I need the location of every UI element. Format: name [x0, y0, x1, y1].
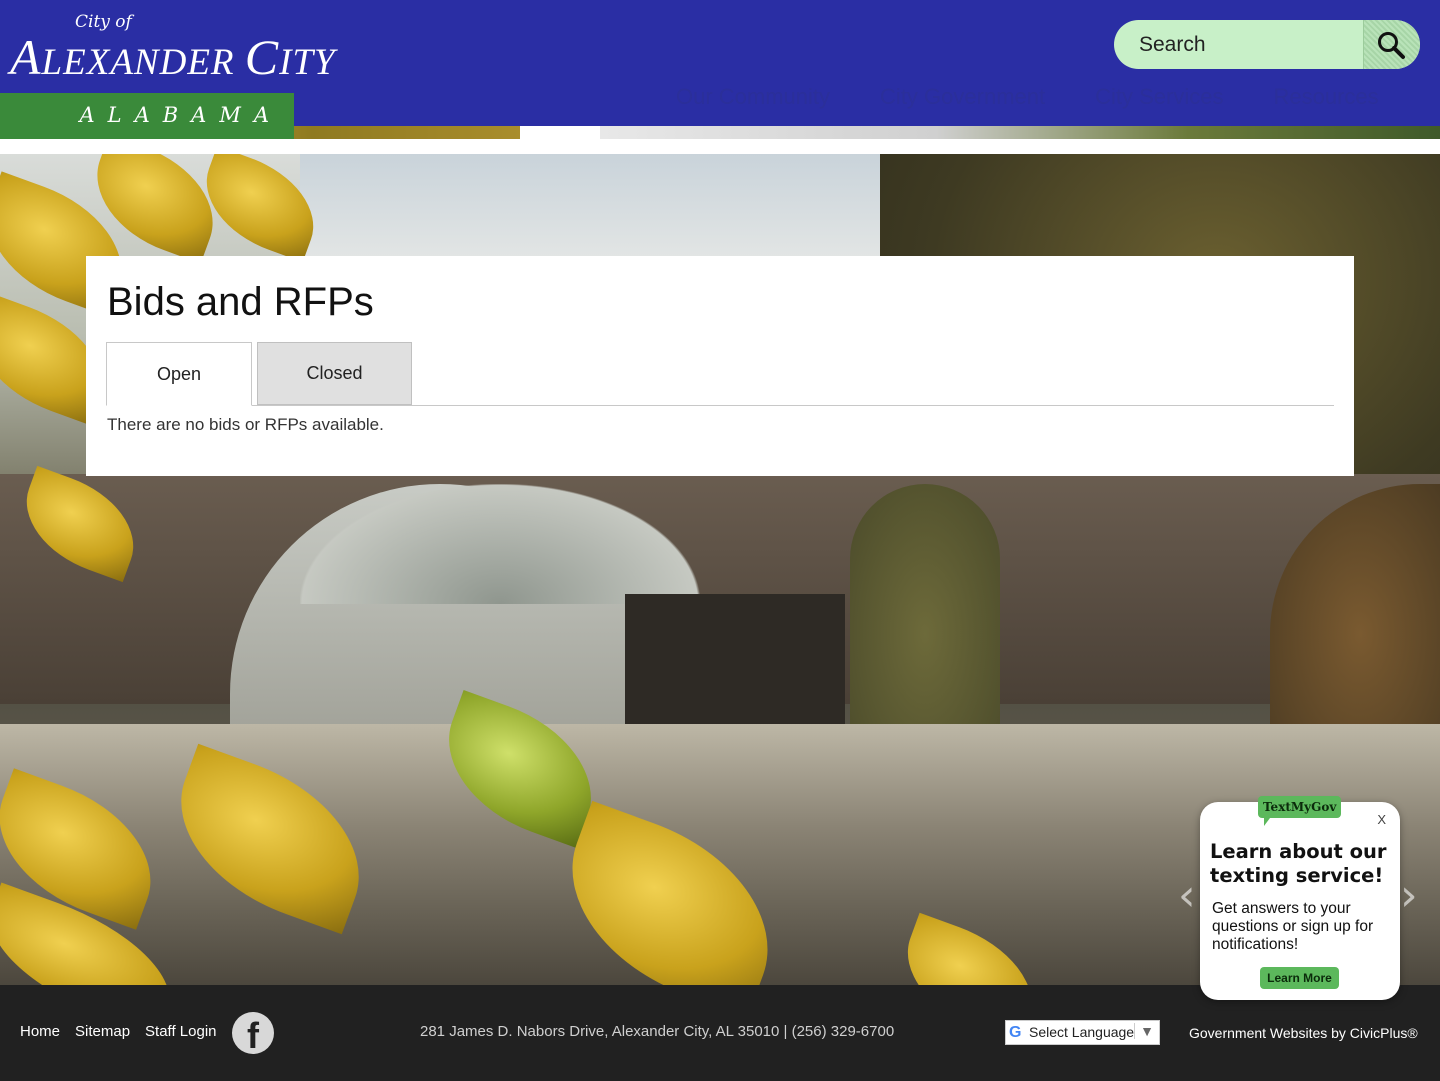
civicplus-credit[interactable]: Government Websites by CivicPlus® — [1189, 1025, 1418, 1041]
nav-our-community[interactable]: Our Community — [676, 84, 830, 110]
logo-ity: ITY — [279, 42, 336, 83]
footer-address: 281 James D. Nabors Drive, Alexander Cit… — [420, 1023, 895, 1040]
facebook-glyph: f — [247, 1015, 259, 1056]
logo-letter-c: C — [244, 29, 280, 85]
learn-more-button[interactable]: Learn More — [1260, 967, 1339, 989]
white-band — [0, 139, 1440, 154]
textmygov-body: Get answers to your questions or sign up… — [1212, 900, 1374, 953]
bids-card: Bids and RFPs Open Closed There are no b… — [86, 256, 1354, 476]
footer-link-sitemap[interactable]: Sitemap — [75, 1023, 130, 1040]
facebook-icon[interactable]: f — [232, 1012, 274, 1056]
tab-closed[interactable]: Closed — [257, 342, 412, 405]
footer-link-staff-login[interactable]: Staff Login — [145, 1023, 216, 1040]
logo-state-bar: ALABAMA — [0, 93, 294, 139]
empty-message: There are no bids or RFPs available. — [107, 415, 384, 434]
page-title: Bids and RFPs — [107, 280, 374, 324]
main-nav: Our Community City Government City Servi… — [676, 84, 1379, 110]
footer-links: Home Sitemap Staff Login — [20, 1023, 217, 1040]
search-icon — [1378, 32, 1405, 59]
logo-letter-a: A — [10, 29, 42, 85]
footer-link-home[interactable]: Home — [20, 1023, 60, 1040]
close-icon[interactable]: X — [1377, 812, 1386, 827]
logo-state: ALABAMA — [79, 103, 282, 127]
textmygov-badge: TextMyGov — [1258, 796, 1342, 826]
nav-city-government[interactable]: City Government — [880, 84, 1045, 110]
bid-tabs: Open Closed — [106, 342, 1334, 406]
slider-next-arrow[interactable]: › — [1400, 870, 1418, 921]
tab-open[interactable]: Open — [106, 342, 252, 406]
search-input[interactable] — [1114, 20, 1364, 69]
chevron-down-icon: ▼ — [1134, 1023, 1154, 1039]
language-select[interactable]: G Select Language ▼ — [1005, 1020, 1160, 1045]
hero-bridge-pier — [625, 594, 845, 724]
logo-lexander: LEXANDER — [41, 42, 245, 83]
nav-city-services[interactable]: City Services — [1095, 84, 1223, 110]
hero-hills — [300, 484, 700, 604]
header-photo-strip-right — [600, 126, 1440, 139]
search-button[interactable] — [1363, 20, 1420, 69]
textmygov-widget: TextMyGov X Learn about our texting serv… — [1200, 796, 1400, 1000]
textmygov-heading: Learn about our texting service! — [1210, 840, 1387, 887]
slider-prev-arrow[interactable]: ‹ — [1178, 870, 1196, 921]
nav-resources[interactable]: Resources — [1273, 84, 1378, 110]
google-icon: G — [1009, 1024, 1022, 1041]
language-select-label: Select Language — [1029, 1024, 1135, 1040]
logo-city-name[interactable]: ALEXANDER CITY — [10, 28, 336, 86]
search-box — [1114, 20, 1420, 69]
